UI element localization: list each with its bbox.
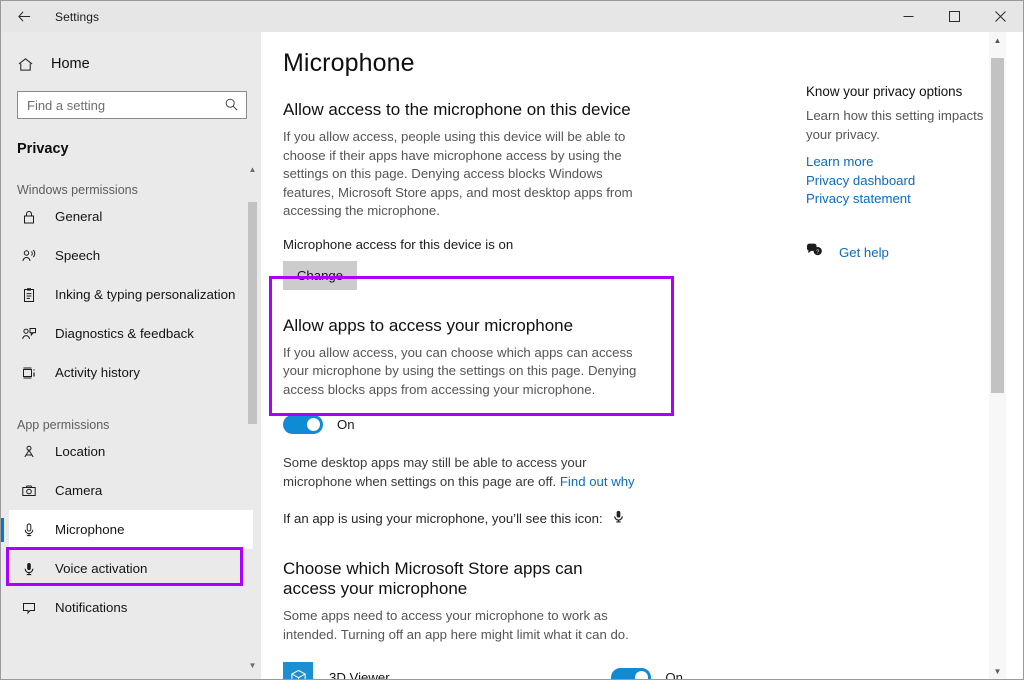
group-label-windows-permissions: Windows permissions: [17, 183, 138, 197]
sidebar-label: General: [55, 209, 103, 224]
page-title: Microphone: [283, 49, 415, 77]
desktop-apps-note: Some desktop apps may still be able to a…: [283, 454, 643, 491]
desktop-apps-note-text: Some desktop apps may still be able to a…: [283, 455, 587, 489]
get-help-row[interactable]: ? Get help: [806, 243, 1006, 263]
app-list-item: 3D Viewer On: [283, 662, 683, 680]
info-panel-title: Know your privacy options: [806, 84, 963, 99]
settings-window: Settings Home Find a setting Privacy Win…: [0, 0, 1024, 680]
sidebar-item-activity-history[interactable]: Activity history: [9, 353, 253, 392]
sidebar-label: Location: [55, 444, 106, 459]
app-toggle-wrap: On: [611, 667, 683, 680]
camera-icon: [17, 483, 41, 499]
lock-icon: [17, 209, 41, 225]
sidebar-label: Speech: [55, 248, 101, 263]
sidebar-item-microphone[interactable]: Microphone: [1, 510, 253, 549]
info-panel: Know your privacy options Learn how this…: [806, 84, 1006, 263]
main-scrollbar-thumb[interactable]: [991, 58, 1004, 393]
sidebar-item-general[interactable]: General: [9, 197, 253, 236]
window-controls: [885, 1, 1023, 32]
back-button[interactable]: [1, 1, 47, 32]
using-microphone-text: If an app is using your microphone, you’…: [283, 510, 603, 526]
sidebar-scrollbar[interactable]: ▲ ▼: [246, 162, 259, 672]
search-icon: [224, 97, 239, 117]
sidebar-label: Camera: [55, 483, 103, 498]
find-out-why-link[interactable]: Find out why: [560, 474, 635, 489]
learn-more-link[interactable]: Learn more: [806, 153, 1006, 172]
microphone-filled-icon: [611, 509, 626, 527]
main-scrollbar[interactable]: ▲ ▼: [989, 32, 1006, 679]
toggle-knob: [307, 418, 320, 431]
maximize-icon: [948, 11, 960, 22]
sidebar-item-home[interactable]: Home: [13, 49, 261, 79]
scroll-down-icon[interactable]: ▼: [989, 663, 1006, 679]
home-icon: [13, 56, 37, 73]
app-access-toggle-state: On: [337, 417, 355, 432]
app-access-toggle-row: On: [283, 415, 1006, 434]
sidebar: Home Privacy Windows permissions General: [1, 32, 261, 679]
sidebar-label: Voice activation: [55, 561, 148, 576]
sidebar-label: Microphone: [55, 522, 125, 537]
app-access-toggle[interactable]: [283, 415, 323, 434]
selection-indicator: [1, 518, 4, 542]
cube-3d-icon: [283, 662, 313, 679]
minimize-icon: [903, 16, 913, 17]
window-title: Settings: [55, 9, 100, 24]
sidebar-label: Diagnostics & feedback: [55, 326, 194, 341]
store-apps-body: Some apps need to access your microphone…: [283, 608, 629, 642]
sidebar-item-camera[interactable]: Camera: [9, 471, 253, 510]
minimize-button[interactable]: [885, 1, 931, 32]
back-arrow-icon: [17, 11, 30, 22]
maximize-button[interactable]: [931, 1, 977, 32]
feedback-person-icon: [17, 326, 41, 342]
location-pin-icon: [17, 444, 41, 460]
home-label: Home: [51, 56, 90, 72]
svg-text:?: ?: [816, 249, 819, 255]
clipboard-icon: [17, 287, 41, 303]
help-bubble-icon: ?: [806, 243, 823, 263]
app-toggle[interactable]: [611, 667, 652, 679]
device-access-body: If you allow access, people using this d…: [283, 129, 633, 218]
sidebar-item-location[interactable]: Location: [9, 432, 253, 471]
search-input[interactable]: [18, 92, 214, 118]
change-button[interactable]: Change: [283, 260, 357, 290]
search-box[interactable]: [17, 91, 247, 119]
microphone-filled-icon: [17, 561, 41, 577]
title-bar: Settings: [1, 1, 1023, 32]
sidebar-label: Notifications: [55, 600, 128, 615]
sidebar-item-diagnostics-feedback[interactable]: Diagnostics & feedback: [9, 314, 253, 353]
app-access-body: If you allow access, you can choose whic…: [283, 344, 637, 397]
sidebar-item-voice-activation[interactable]: Voice activation: [9, 549, 253, 588]
close-button[interactable]: [977, 1, 1023, 32]
get-help-link[interactable]: Get help: [839, 245, 889, 260]
info-panel-links: Learn more Privacy dashboard Privacy sta…: [806, 153, 1006, 209]
app-name: 3D Viewer: [329, 669, 390, 680]
sidebar-label: Inking & typing personalization: [55, 287, 236, 302]
sidebar-item-notifications[interactable]: Notifications: [9, 588, 253, 627]
app-access-heading: Allow apps to access your microphone: [283, 315, 574, 335]
privacy-statement-link[interactable]: Privacy statement: [806, 190, 1006, 209]
notification-icon: [17, 600, 41, 616]
close-icon: [994, 11, 1006, 22]
sidebar-item-inking-typing[interactable]: Inking & typing personalization: [9, 275, 253, 314]
app-toggle-state: On: [665, 669, 683, 680]
page-section-title: Privacy: [17, 141, 69, 157]
sidebar-label: Activity history: [55, 365, 140, 380]
scroll-up-icon[interactable]: ▲: [989, 32, 1006, 49]
microphone-icon: [17, 522, 41, 538]
activity-history-icon: [17, 365, 41, 381]
sidebar-scrollbar-thumb[interactable]: [248, 202, 257, 424]
scroll-down-icon[interactable]: ▼: [246, 658, 259, 672]
speech-person-icon: [17, 248, 41, 264]
store-apps-heading: Choose which Microsoft Store apps can ac…: [283, 559, 583, 598]
sidebar-item-speech[interactable]: Speech: [9, 236, 253, 275]
info-panel-body: Learn how this setting impacts your priv…: [806, 108, 984, 142]
main-content: Microphone Allow access to the microphon…: [261, 32, 1006, 680]
toggle-knob: [635, 670, 649, 679]
scroll-up-icon[interactable]: ▲: [246, 162, 259, 176]
privacy-dashboard-link[interactable]: Privacy dashboard: [806, 172, 1006, 191]
using-microphone-note: If an app is using your microphone, you’…: [283, 509, 1006, 527]
group-label-app-permissions: App permissions: [17, 418, 110, 432]
device-access-heading: Allow access to the microphone on this d…: [283, 100, 631, 119]
